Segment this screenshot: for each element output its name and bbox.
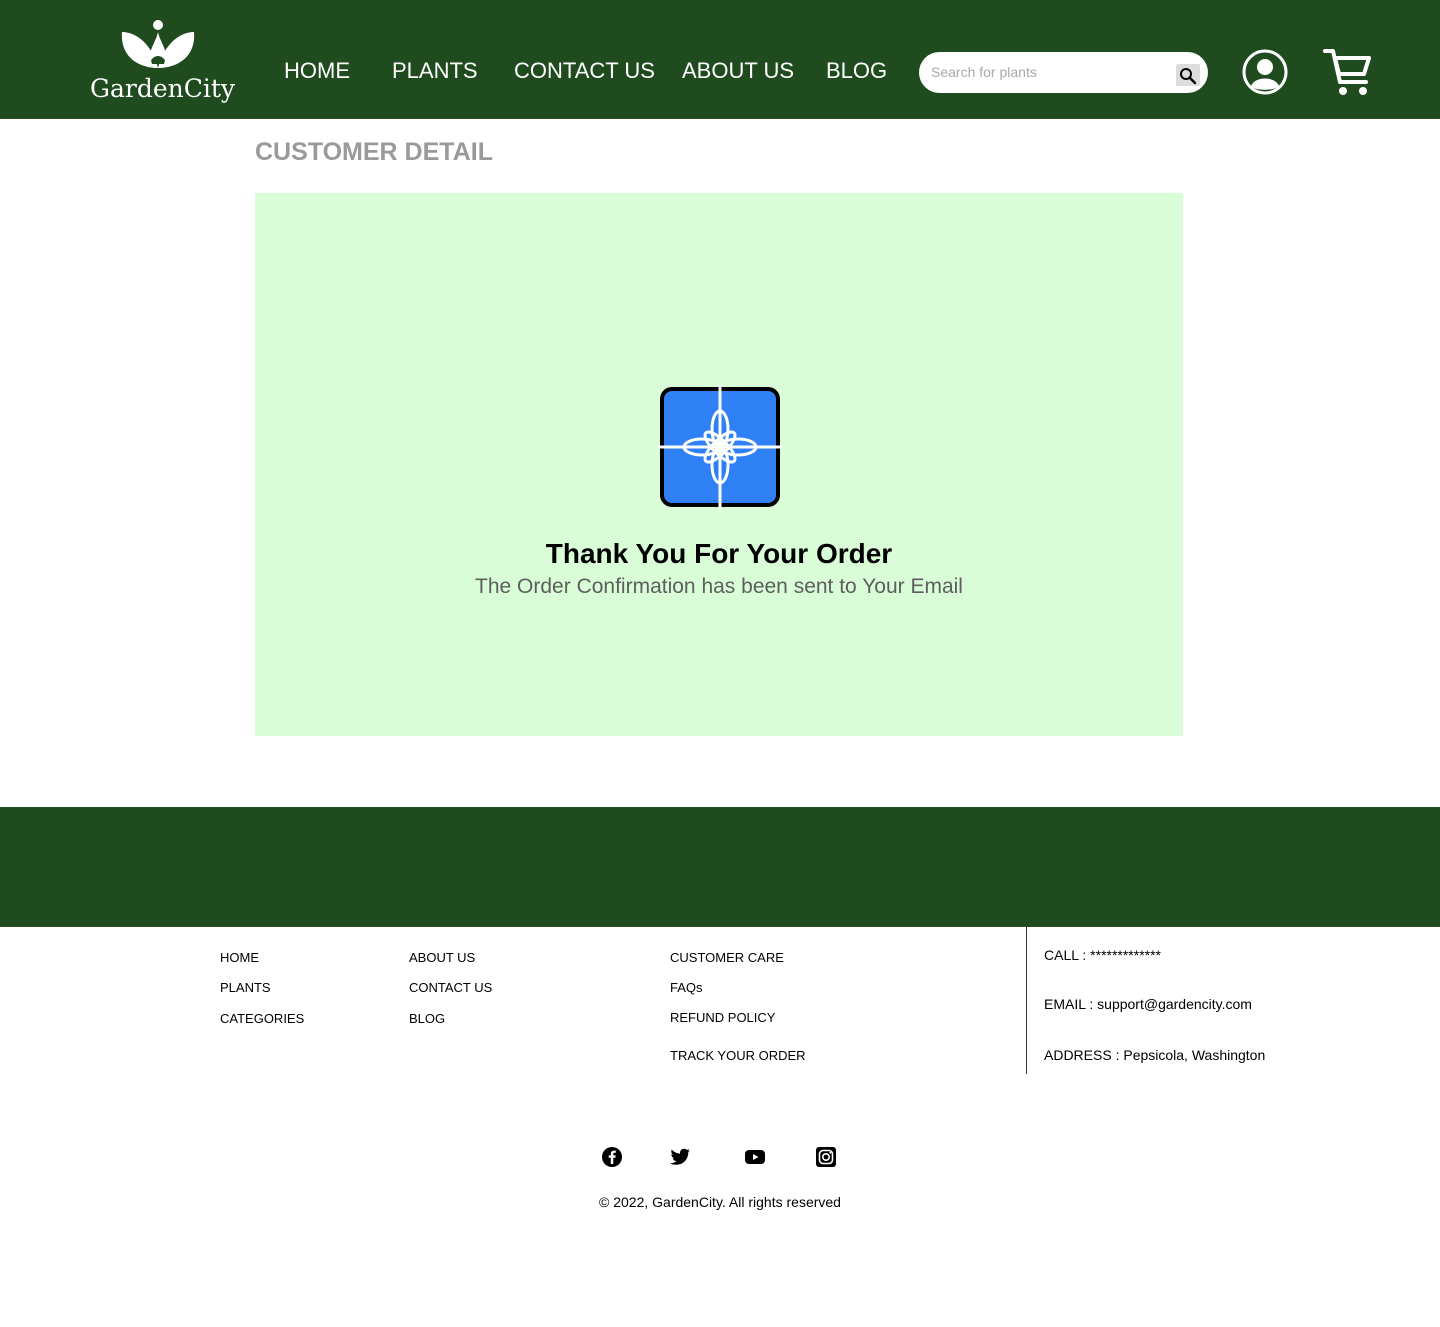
footer-link-refund-policy[interactable]: REFUND POLICY: [670, 1010, 775, 1025]
order-confirmation-panel: Thank You For Your Order The Order Confi…: [255, 193, 1183, 736]
nav-home[interactable]: HOME: [284, 58, 350, 84]
footer-link-about-us[interactable]: ABOUT US: [409, 950, 475, 965]
account-icon[interactable]: [1241, 48, 1289, 96]
search-input[interactable]: [931, 60, 1171, 84]
footer-link-track-order[interactable]: TRACK YOUR ORDER: [670, 1048, 806, 1063]
footer-link-blog[interactable]: BLOG: [409, 1011, 445, 1026]
page-title: CUSTOMER DETAIL: [255, 138, 493, 166]
search-icon: [1180, 68, 1197, 85]
twitter-icon[interactable]: [669, 1146, 691, 1168]
cart-icon[interactable]: [1322, 46, 1374, 98]
footer-link-home[interactable]: HOME: [220, 950, 259, 965]
copyright-text: © 2022, GardenCity. All rights reserved: [599, 1194, 841, 1210]
facebook-icon[interactable]: [601, 1146, 623, 1168]
contact-address: ADDRESS : Pepsicola, Washington: [1044, 1047, 1266, 1063]
contact-call: CALL : *************: [1044, 947, 1161, 963]
logo-leaves-icon: [121, 20, 195, 68]
thank-you-heading: Thank You For Your Order: [545, 538, 893, 569]
gift-box-icon: [658, 385, 782, 509]
footer-link-customer-care[interactable]: CUSTOMER CARE: [670, 950, 784, 965]
nav-about-us[interactable]: ABOUT US: [682, 58, 794, 84]
contact-email: EMAIL : support@gardencity.com: [1044, 996, 1252, 1012]
search-box: [919, 52, 1208, 93]
youtube-icon[interactable]: [744, 1146, 766, 1168]
footer-divider: [1026, 927, 1027, 1074]
footer-link-contact-us[interactable]: CONTACT US: [409, 980, 492, 995]
confirmation-message: The Order Confirmation has been sent to …: [475, 575, 963, 598]
nav-blog[interactable]: BLOG: [826, 58, 887, 84]
nav-contact-us[interactable]: CONTACT US: [514, 58, 655, 84]
nav-plants[interactable]: PLANTS: [392, 58, 478, 84]
search-button[interactable]: [1176, 64, 1200, 86]
instagram-icon[interactable]: [815, 1146, 837, 1168]
footer-band: [0, 807, 1440, 927]
footer-link-plants[interactable]: PLANTS: [220, 980, 271, 995]
footer-link-categories[interactable]: CATEGORIES: [220, 1011, 304, 1026]
brand-name: GardenCity: [90, 74, 236, 103]
footer-link-faqs[interactable]: FAQs: [670, 980, 703, 995]
site-header: GardenCity HOME PLANTS CONTACT US ABOUT …: [0, 0, 1440, 119]
logo[interactable]: GardenCity: [90, 18, 236, 108]
